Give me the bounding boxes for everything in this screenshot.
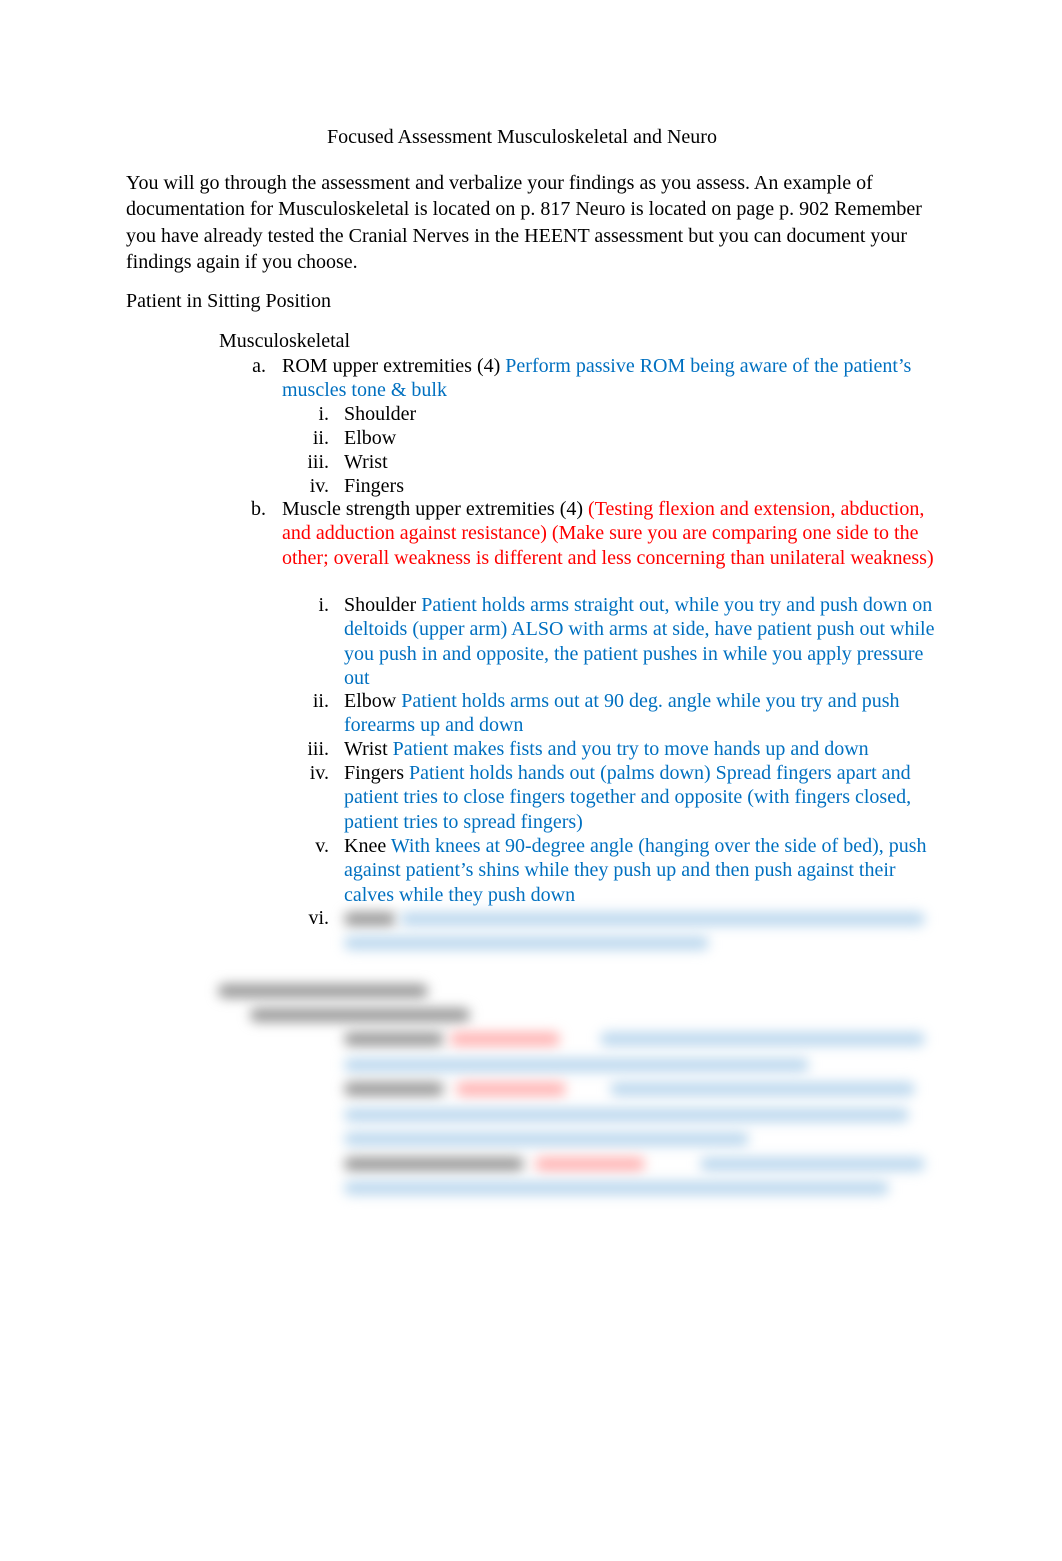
blurred-text: [700, 1157, 925, 1171]
subitem-note-blue: Patient holds arms straight out, while y…: [344, 594, 935, 689]
list-marker: vi.: [308, 907, 329, 929]
subitem-note-blue: With knees at 90-degree angle (hanging o…: [344, 835, 927, 906]
section-heading: Patient in Sitting Position: [126, 290, 332, 312]
subitem-label: Wrist: [344, 451, 388, 473]
blurred-text: [344, 1032, 444, 1046]
blurred-text: [450, 1032, 560, 1046]
item-label: ROM upper extremities (4): [282, 355, 501, 377]
blurred-text: [400, 912, 925, 926]
intro-paragraph: You will go through the assessment and v…: [126, 172, 922, 273]
blurred-text: [344, 1058, 809, 1072]
subitem-label: Fingers: [344, 475, 404, 497]
blurred-text: [218, 984, 428, 998]
subitem-label: Elbow: [344, 690, 397, 712]
subitem-note-blue: Patient holds arms out at 90 deg. angle …: [344, 690, 900, 737]
list-marker: b.: [251, 498, 266, 520]
blurred-text: [344, 1132, 749, 1146]
document-page: Focused Assessment Musculoskeletal and N…: [0, 0, 1062, 1561]
blurred-text: [344, 1082, 444, 1096]
list-marker: i.: [318, 403, 329, 425]
subitem-note-blue: Patient holds hands out (palms down) Spr…: [344, 762, 912, 833]
blurred-text: [456, 1082, 566, 1096]
subitem-label: Fingers: [344, 762, 404, 784]
document-title: Focused Assessment Musculoskeletal and N…: [327, 126, 717, 148]
blurred-text: [250, 1008, 470, 1022]
list-marker: iv.: [309, 475, 329, 497]
list-marker: iii.: [307, 738, 329, 760]
list-marker: ii.: [312, 690, 329, 712]
subitem-label: Shoulder: [344, 403, 417, 425]
list-marker: v.: [315, 835, 329, 857]
subitem-note-blue: Patient makes fists and you try to move …: [392, 738, 869, 760]
list-marker: a.: [252, 355, 266, 377]
blurred-text: [344, 912, 396, 926]
item-label: Muscle strength upper extremities (4): [282, 498, 584, 520]
list-marker: iv.: [309, 762, 329, 784]
blurred-text: [344, 1157, 524, 1171]
subitem-label: Shoulder: [344, 594, 417, 616]
blurred-text: [610, 1082, 915, 1096]
subitem-label: Elbow: [344, 427, 397, 449]
subitem-label: Knee: [344, 835, 387, 857]
blurred-text: [344, 936, 709, 950]
subitem-label: Wrist: [344, 738, 388, 760]
list-marker: i.: [318, 594, 329, 616]
blurred-text: [344, 1108, 909, 1122]
list-marker: ii.: [312, 427, 329, 449]
subsection-heading: Musculoskeletal: [219, 330, 351, 352]
blurred-text: [344, 1181, 889, 1195]
blurred-text: [535, 1157, 645, 1171]
list-marker: iii.: [307, 451, 329, 473]
blurred-text: [600, 1032, 925, 1046]
